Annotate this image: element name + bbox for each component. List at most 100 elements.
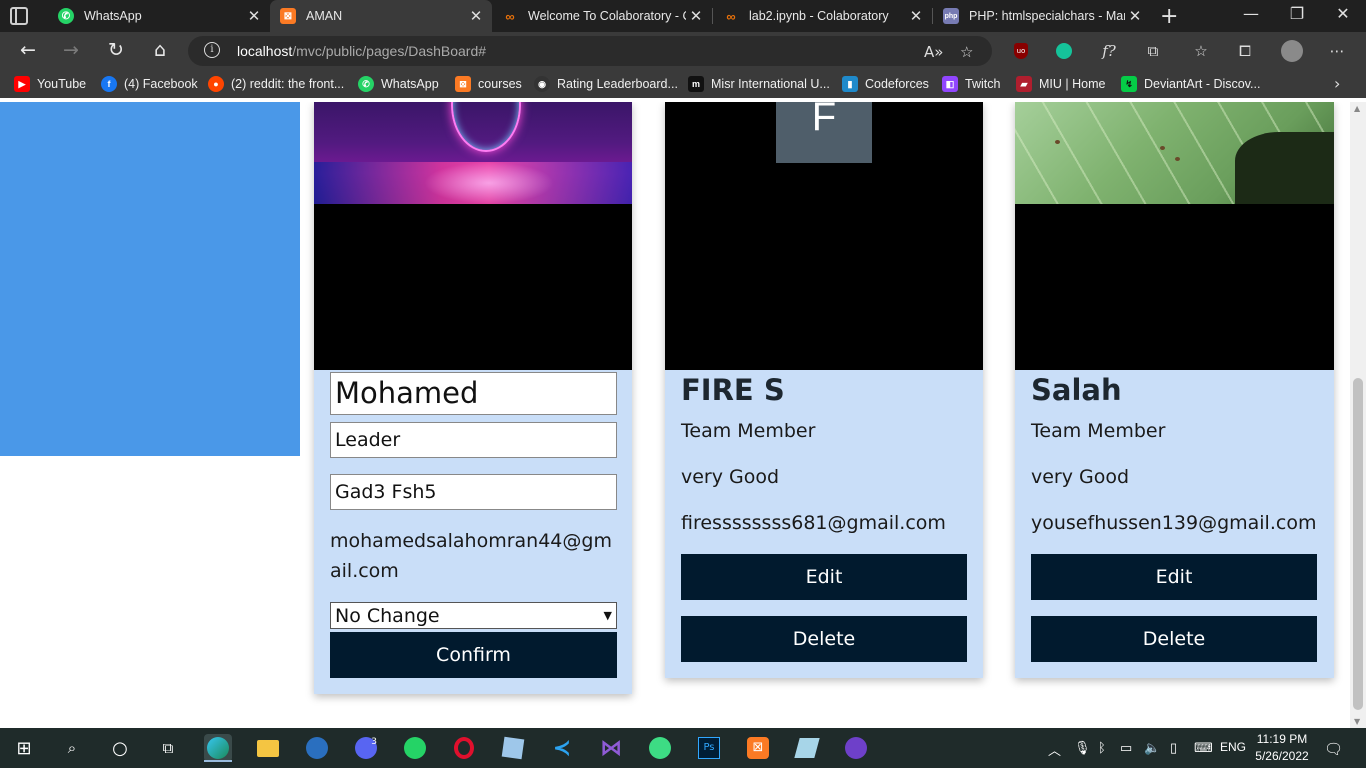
address-bar[interactable]: i localhost/mvc/public/pages/DashBoard# … bbox=[188, 36, 992, 66]
bluetooth-icon[interactable]: ᛒ bbox=[1098, 740, 1106, 755]
opera-icon[interactable] bbox=[450, 734, 478, 762]
clock-date: 5/26/2022 bbox=[1255, 749, 1309, 763]
windows-start-icon[interactable]: ⊞ bbox=[10, 734, 38, 762]
bookmark-rating-leaderboard[interactable]: ◉ Rating Leaderboard... bbox=[534, 76, 678, 92]
scroll-down-icon[interactable]: ▼ bbox=[1354, 717, 1360, 726]
notifications-icon[interactable]: 🗨 bbox=[1324, 740, 1343, 758]
window-close-icon[interactable]: ✕ bbox=[1320, 4, 1366, 23]
profile-avatar[interactable] bbox=[1281, 40, 1303, 62]
name-input[interactable]: Mohamed bbox=[330, 372, 617, 415]
letter-avatar: F bbox=[776, 102, 872, 163]
forward-icon[interactable]: → bbox=[57, 39, 85, 61]
tab-colab-welcome[interactable]: ∞ Welcome To Colaboratory - C ✕ bbox=[492, 0, 712, 32]
close-tab-icon[interactable]: ✕ bbox=[244, 7, 264, 25]
android-studio-icon[interactable] bbox=[646, 734, 674, 762]
virtualbox-icon[interactable] bbox=[499, 734, 527, 762]
role-input[interactable]: Leader bbox=[330, 422, 617, 458]
description-input[interactable]: Gad3 Fsh5 bbox=[330, 474, 617, 510]
bookmark-courses[interactable]: ⊠ courses bbox=[455, 76, 522, 92]
language-indicator[interactable]: ENG bbox=[1220, 740, 1246, 754]
collections-icon[interactable]: ⧠ bbox=[1234, 40, 1256, 62]
chevron-right-icon[interactable]: › bbox=[1334, 74, 1340, 93]
vscode-icon[interactable]: ≺ bbox=[548, 734, 576, 762]
bookmark-youtube[interactable]: ▶ YouTube bbox=[14, 76, 86, 92]
github-desktop-icon[interactable] bbox=[842, 734, 870, 762]
refresh-icon[interactable]: ↻ bbox=[102, 39, 130, 61]
input-method-icon[interactable]: ⌨ bbox=[1194, 740, 1213, 756]
page-scrollbar[interactable]: ▲ ▼ bbox=[1350, 102, 1366, 728]
bookmark-whatsapp[interactable]: ✆ WhatsApp bbox=[358, 76, 439, 92]
photoshop-icon[interactable]: Ps bbox=[695, 734, 723, 762]
new-tab-icon[interactable]: + bbox=[1160, 4, 1178, 29]
bookmark-miu[interactable]: m Misr International U... bbox=[688, 76, 830, 92]
delete-button[interactable]: Delete bbox=[681, 616, 967, 662]
battery-icon[interactable]: ▯ bbox=[1170, 740, 1177, 756]
read-aloud-icon[interactable]: A» bbox=[924, 43, 943, 61]
whatsapp-icon: ✆ bbox=[358, 76, 374, 92]
tab-colab-lab2[interactable]: ∞ lab2.ipynb - Colaboratory ✕ bbox=[713, 0, 932, 32]
tab-php[interactable]: php PHP: htmlspecialchars - Manu ✕ bbox=[933, 0, 1151, 32]
file-explorer-icon[interactable] bbox=[254, 734, 282, 762]
tab-whatsapp[interactable]: ✆ WhatsApp ✕ bbox=[48, 0, 270, 32]
minimize-icon[interactable]: — bbox=[1228, 4, 1274, 23]
tab-title: AMAN bbox=[306, 9, 343, 23]
network-icon[interactable]: ▭ bbox=[1120, 740, 1132, 756]
steam-icon[interactable] bbox=[303, 734, 331, 762]
volume-icon[interactable]: 🔈 bbox=[1144, 740, 1160, 756]
member-role: Team Member bbox=[681, 420, 816, 442]
member-description: very Good bbox=[681, 466, 780, 488]
more-menu-icon[interactable]: ⋯ bbox=[1326, 40, 1348, 62]
cortana-icon[interactable]: ○ bbox=[106, 734, 134, 762]
role-change-select[interactable]: No Change ▼ bbox=[330, 602, 617, 629]
bookmark-codeforces[interactable]: ▮ Codeforces bbox=[842, 76, 929, 92]
system-clock[interactable]: 11:19 PM 5/26/2022 bbox=[1252, 731, 1312, 765]
tab-title: lab2.ipynb - Colaboratory bbox=[749, 9, 889, 23]
microphone-icon[interactable]: 🎙 bbox=[1074, 740, 1091, 756]
delete-button[interactable]: Delete bbox=[1031, 616, 1317, 662]
bookmark-deviantart[interactable]: ↯ DeviantArt - Discov... bbox=[1121, 76, 1260, 92]
bookmark-reddit[interactable]: ● (2) reddit: the front... bbox=[208, 76, 344, 92]
favorite-add-icon[interactable]: ☆ bbox=[960, 43, 973, 61]
home-icon[interactable]: ⌂ bbox=[146, 39, 174, 61]
tab-title: PHP: htmlspecialchars - Manu bbox=[969, 9, 1125, 23]
bookmark-facebook[interactable]: f (4) Facebook bbox=[101, 76, 198, 92]
site-info-icon[interactable]: i bbox=[204, 42, 220, 58]
edge-icon[interactable] bbox=[204, 734, 232, 762]
extensions-icon[interactable]: ⧉ bbox=[1142, 40, 1164, 62]
search-icon[interactable]: ⌕ bbox=[58, 734, 86, 762]
miu-home-icon: ▰ bbox=[1016, 76, 1032, 92]
back-icon[interactable]: ← bbox=[14, 39, 42, 61]
chevron-down-icon: ▼ bbox=[603, 609, 612, 622]
edit-button[interactable]: Edit bbox=[681, 554, 967, 600]
php-icon: php bbox=[943, 8, 959, 24]
bookmark-twitch[interactable]: ◧ Twitch bbox=[942, 76, 1000, 92]
notepad-icon[interactable] bbox=[793, 734, 821, 762]
close-tab-icon[interactable]: ✕ bbox=[1125, 7, 1145, 25]
visual-studio-icon[interactable]: ⋈ bbox=[597, 734, 625, 762]
close-tab-icon[interactable]: ✕ bbox=[906, 7, 926, 25]
colab-icon: ∞ bbox=[505, 8, 515, 24]
tray-overflow-icon[interactable]: ︿ bbox=[1048, 740, 1061, 759]
scroll-thumb[interactable] bbox=[1353, 378, 1363, 710]
clock-time: 11:19 PM bbox=[1256, 732, 1308, 746]
grammarly-icon[interactable] bbox=[1053, 40, 1075, 62]
tab-actions-icon[interactable] bbox=[10, 7, 28, 25]
bookmark-miu-home[interactable]: ▰ MIU | Home bbox=[1016, 76, 1105, 92]
discord-icon[interactable]: 3 bbox=[352, 734, 380, 762]
scroll-up-icon[interactable]: ▲ bbox=[1354, 104, 1360, 113]
close-tab-icon[interactable]: ✕ bbox=[686, 7, 706, 25]
member-email: firessssssss681@gmail.com bbox=[681, 512, 946, 534]
ublock-icon[interactable]: uo bbox=[1010, 40, 1032, 62]
restore-icon[interactable]: ❐ bbox=[1274, 4, 1320, 23]
formula-icon[interactable]: f? bbox=[1098, 40, 1120, 62]
task-view-icon[interactable]: ⧉ bbox=[154, 734, 182, 762]
member-name: FIRE S bbox=[681, 373, 785, 407]
confirm-button[interactable]: Confirm bbox=[330, 632, 617, 678]
favorites-icon[interactable]: ☆ bbox=[1190, 40, 1212, 62]
edit-button[interactable]: Edit bbox=[1031, 554, 1317, 600]
xampp-icon[interactable]: ⊠ bbox=[744, 734, 772, 762]
close-tab-icon[interactable]: ✕ bbox=[466, 7, 486, 25]
whatsapp-icon[interactable] bbox=[401, 734, 429, 762]
bookmarks-bar: ▶ YouTube f (4) Facebook ● (2) reddit: the … bbox=[0, 70, 1366, 98]
tab-aman[interactable]: ⊠ AMAN ✕ bbox=[270, 0, 492, 32]
